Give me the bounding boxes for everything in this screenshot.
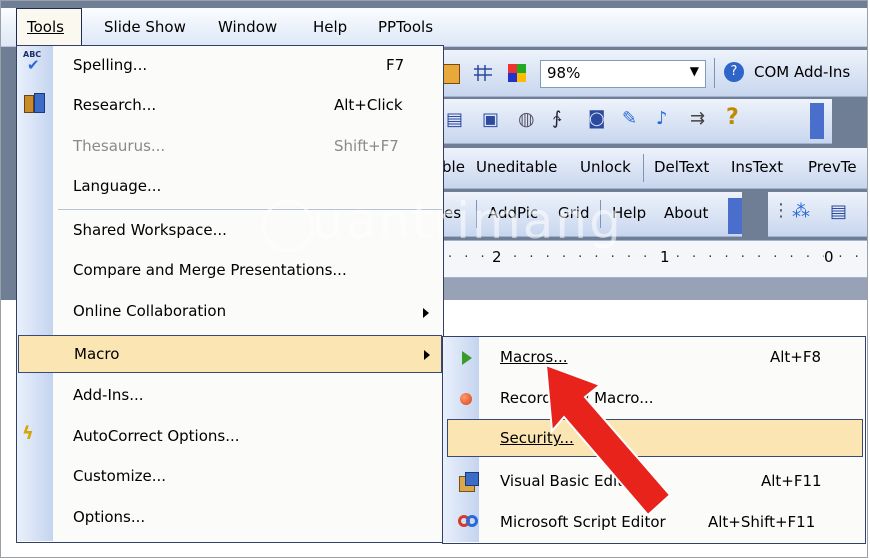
- screenshot-frame: [0, 0, 868, 558]
